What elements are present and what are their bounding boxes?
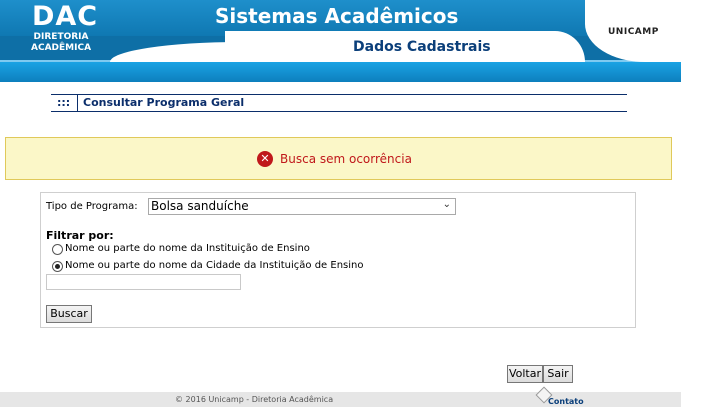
radio-cidade[interactable] [52, 261, 63, 272]
unicamp-logo: UNICAMP [608, 27, 659, 37]
section-header: ::: Consultar Programa Geral [51, 94, 627, 112]
filtro-input[interactable] [46, 274, 241, 290]
header-bottom-stripe [0, 62, 681, 82]
contato-link[interactable]: Contato [548, 397, 584, 406]
footer-copyright: © 2016 Unicamp - Diretoria Acadêmica [175, 395, 334, 404]
tipo-programa-select[interactable]: Bolsa sanduíche ⌄ [148, 198, 456, 215]
site-title: Sistemas Acadêmicos [215, 4, 459, 28]
dac-logo-line1: DIRETORIA [33, 32, 89, 42]
error-icon: ✕ [257, 151, 273, 167]
dac-logo-line2: ACADÊMICA [31, 43, 92, 53]
radio-instituicao-label[interactable]: Nome ou parte do nome da Instituição de … [65, 243, 310, 254]
tipo-programa-value: Bolsa sanduíche [151, 199, 249, 213]
radio-cidade-label[interactable]: Nome ou parte do nome da Cidade da Insti… [65, 260, 363, 271]
dac-logo-subtitle: DIRETORIA ACADÊMICA [31, 32, 91, 54]
error-message-text: Busca sem ocorrência [280, 152, 412, 166]
page-subtitle: Dados Cadastrais [353, 39, 491, 55]
sair-button[interactable]: Sair [543, 365, 573, 383]
tipo-programa-label: Tipo de Programa: [46, 201, 138, 212]
dac-logo: DAC [32, 1, 99, 32]
buscar-button[interactable]: Buscar [46, 305, 92, 323]
chevron-down-icon: ⌄ [442, 199, 451, 210]
section-separator [77, 95, 78, 111]
section-title: Consultar Programa Geral [83, 96, 245, 109]
filtrar-label: Filtrar por: [46, 229, 114, 242]
header-banner: DAC DIRETORIA ACADÊMICA Sistemas Acadêmi… [0, 0, 681, 82]
radio-instituicao[interactable] [52, 244, 63, 255]
error-message-box: ✕ Busca sem ocorrência [5, 137, 672, 180]
voltar-button[interactable]: Voltar [507, 365, 543, 383]
section-dots: ::: [57, 96, 71, 109]
search-form: Tipo de Programa: Bolsa sanduíche ⌄ Filt… [40, 192, 636, 328]
